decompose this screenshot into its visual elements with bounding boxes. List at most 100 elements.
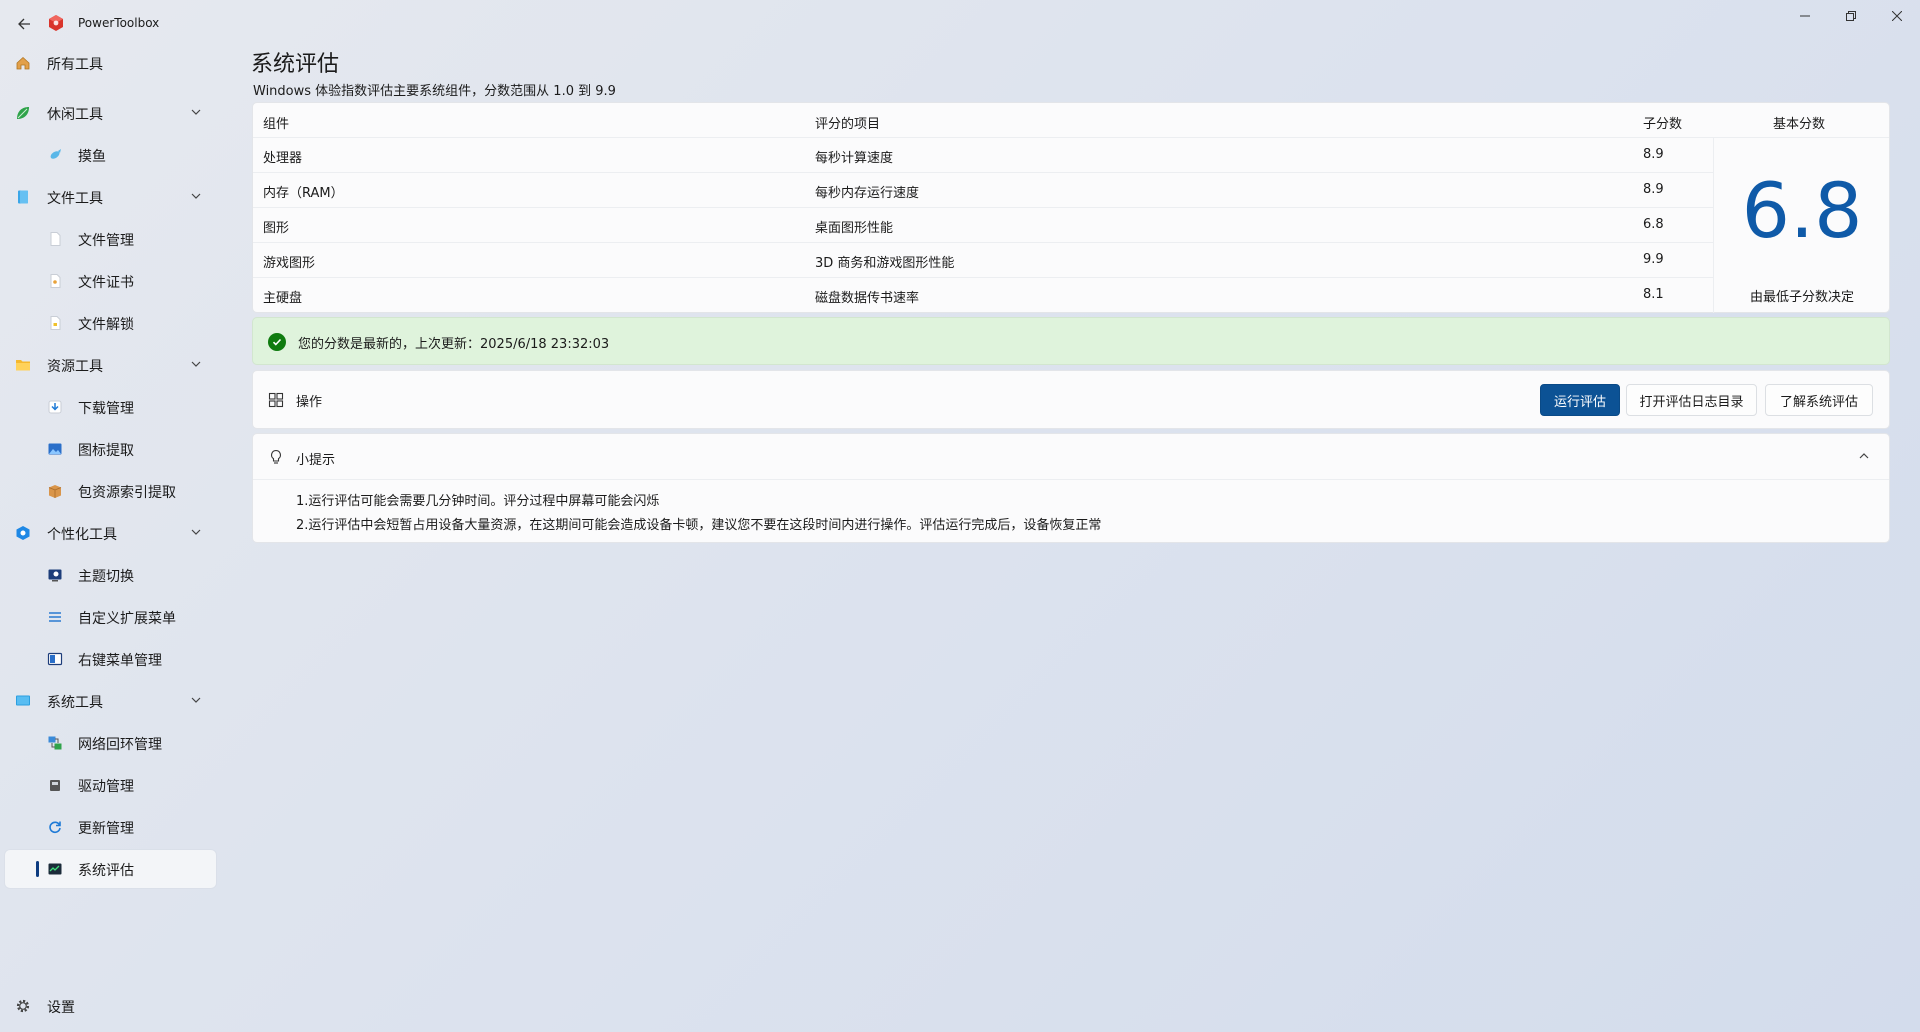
sidebar-item-label: 自定义扩展菜单 — [78, 611, 176, 627]
cell-component: 图形 — [263, 221, 290, 236]
column-header-basescore: 基本分数 — [1773, 117, 1826, 132]
operations-card: 操作 运行评估 打开评估日志目录 了解系统评估 — [252, 370, 1890, 429]
sidebar-item-all-tools[interactable]: 所有工具 — [5, 44, 216, 82]
sidebar-item-label: 主题切换 — [78, 569, 134, 585]
update-icon — [47, 819, 63, 835]
sidebar-item-fishing[interactable]: 摸鱼 — [5, 136, 216, 174]
close-icon — [1892, 11, 1902, 21]
lightbulb-icon — [271, 449, 281, 464]
minimize-icon — [1800, 15, 1810, 17]
table-row: 游戏图形 3D 商务和游戏图形性能 9.9 — [253, 242, 1713, 277]
sidebar-item-label: 摸鱼 — [78, 149, 106, 165]
unlock-file-icon — [47, 315, 63, 331]
page-subtitle: Windows 体验指数评估主要系统组件，分数范围从 1.0 到 9.9 — [253, 84, 616, 99]
leaf-icon — [15, 105, 31, 121]
image-icon — [47, 441, 63, 457]
title-bar: PowerToolbox — [0, 0, 1920, 48]
app-logo-icon — [49, 15, 63, 31]
run-assessment-button[interactable]: 运行评估 — [1540, 384, 1620, 416]
score-table: 组件 评分的项目 子分数 基本分数 处理器 每秒计算速度 8.9 内存（RAM）… — [252, 102, 1890, 313]
sidebar-item-label: 文件管理 — [78, 233, 134, 249]
table-row: 处理器 每秒计算速度 8.9 — [253, 137, 1713, 172]
chevron-down-icon — [190, 106, 202, 118]
restore-icon — [1846, 11, 1856, 21]
back-button[interactable] — [10, 10, 38, 38]
sidebar-item-personalize-tools[interactable]: 个性化工具 — [5, 514, 216, 552]
table-row: 主硬盘 磁盘数据传书速率 8.1 — [253, 277, 1713, 312]
sidebar-item-label: 右键菜单管理 — [78, 653, 162, 669]
sidebar-item-label: 个性化工具 — [47, 527, 117, 543]
sidebar-item-network-loopback[interactable]: 网络回环管理 — [5, 724, 216, 762]
status-infobar: 您的分数是最新的，上次更新：2025/6/18 23:32:03 — [252, 317, 1890, 365]
grid-apps-icon — [268, 392, 284, 408]
sidebar-item-icon-extract[interactable]: 图标提取 — [5, 430, 216, 468]
sidebar-item-label: 文件解锁 — [78, 317, 134, 333]
personalize-icon — [15, 525, 31, 541]
sidebar-item-label: 包资源索引提取 — [78, 485, 176, 501]
cell-component: 主硬盘 — [263, 291, 303, 306]
home-icon — [15, 55, 31, 71]
menu-list-icon — [47, 609, 63, 625]
sidebar-item-system-tools[interactable]: 系统工具 — [5, 682, 216, 720]
close-button[interactable] — [1874, 0, 1920, 32]
table-row: 图形 桌面图形性能 6.8 — [253, 207, 1713, 242]
sidebar-item-label: 休闲工具 — [47, 107, 103, 123]
status-text: 您的分数是最新的，上次更新：2025/6/18 23:32:03 — [298, 337, 610, 352]
sidebar-item-settings[interactable]: 设置 — [5, 987, 216, 1025]
sidebar-item-custom-extend-menu[interactable]: 自定义扩展菜单 — [5, 598, 216, 636]
sidebar-item-label: 下载管理 — [78, 401, 134, 417]
tips-title: 小提示 — [296, 453, 336, 468]
cell-subscore: 6.8 — [1643, 217, 1664, 232]
sidebar-item-file-certificate[interactable]: 文件证书 — [5, 262, 216, 300]
column-header-component: 组件 — [263, 117, 290, 132]
column-header-item: 评分的项目 — [815, 117, 881, 132]
table-row: 内存（RAM） 每秒内存运行速度 8.9 — [253, 172, 1713, 207]
tips-header[interactable]: 小提示 — [253, 434, 1889, 480]
package-icon — [47, 483, 63, 499]
minimize-button[interactable] — [1782, 0, 1828, 32]
sidebar-item-system-assessment[interactable]: 系统评估 — [5, 850, 216, 888]
fish-icon — [47, 147, 63, 163]
cell-item: 每秒内存运行速度 — [815, 186, 920, 201]
sidebar-item-resource-tools[interactable]: 资源工具 — [5, 346, 216, 384]
chevron-up-icon[interactable] — [1857, 449, 1871, 463]
sidebar-item-download-management[interactable]: 下载管理 — [5, 388, 216, 426]
cell-subscore: 8.9 — [1643, 182, 1664, 197]
sidebar-item-package-resource[interactable]: 包资源索引提取 — [5, 472, 216, 510]
assessment-icon — [47, 861, 63, 877]
tip-line: 1.运行评估可能会需要几分钟时间。评分过程中屏幕可能会闪烁 — [296, 494, 660, 509]
sidebar-item-label: 系统工具 — [47, 695, 103, 711]
open-log-folder-button[interactable]: 打开评估日志目录 — [1626, 384, 1757, 416]
selection-indicator — [36, 861, 39, 877]
cell-component: 游戏图形 — [263, 256, 316, 271]
cell-subscore: 8.1 — [1643, 287, 1664, 302]
file-tools-icon — [15, 189, 31, 205]
sidebar-item-context-menu-management[interactable]: 右键菜单管理 — [5, 640, 216, 678]
document-icon — [47, 231, 63, 247]
sidebar-item-label: 资源工具 — [47, 359, 103, 375]
chevron-down-icon — [190, 190, 202, 202]
sidebar-item-file-management[interactable]: 文件管理 — [5, 220, 216, 258]
sidebar-item-update-management[interactable]: 更新管理 — [5, 808, 216, 846]
base-score-panel: 6.8 由最低子分数决定 — [1713, 137, 1889, 313]
back-arrow-icon — [18, 18, 30, 30]
cell-item: 每秒计算速度 — [815, 151, 894, 166]
cell-component: 内存（RAM） — [263, 186, 344, 201]
cell-component: 处理器 — [263, 151, 303, 166]
sidebar: 所有工具 休闲工具 摸鱼 文件工具 文件管理 文件证书 文件解锁 资源工具 下载… — [0, 44, 220, 1032]
sidebar-item-label: 系统评估 — [78, 863, 134, 879]
sidebar-item-label: 驱动管理 — [78, 779, 134, 795]
sidebar-item-leisure-tools[interactable]: 休闲工具 — [5, 94, 216, 132]
page-title: 系统评估 — [251, 52, 340, 77]
restore-button[interactable] — [1828, 0, 1874, 32]
certificate-icon — [47, 273, 63, 289]
cell-subscore: 9.9 — [1643, 252, 1664, 267]
learn-assessment-button[interactable]: 了解系统评估 — [1765, 384, 1873, 416]
sidebar-item-driver-management[interactable]: 驱动管理 — [5, 766, 216, 804]
tips-card: 小提示 1.运行评估可能会需要几分钟时间。评分过程中屏幕可能会闪烁 2.运行评估… — [252, 433, 1890, 543]
gear-icon — [15, 998, 31, 1014]
sidebar-item-file-tools[interactable]: 文件工具 — [5, 178, 216, 216]
sidebar-item-file-unlock[interactable]: 文件解锁 — [5, 304, 216, 342]
sidebar-item-theme-switch[interactable]: 主题切换 — [5, 556, 216, 594]
sidebar-item-label: 更新管理 — [78, 821, 134, 837]
